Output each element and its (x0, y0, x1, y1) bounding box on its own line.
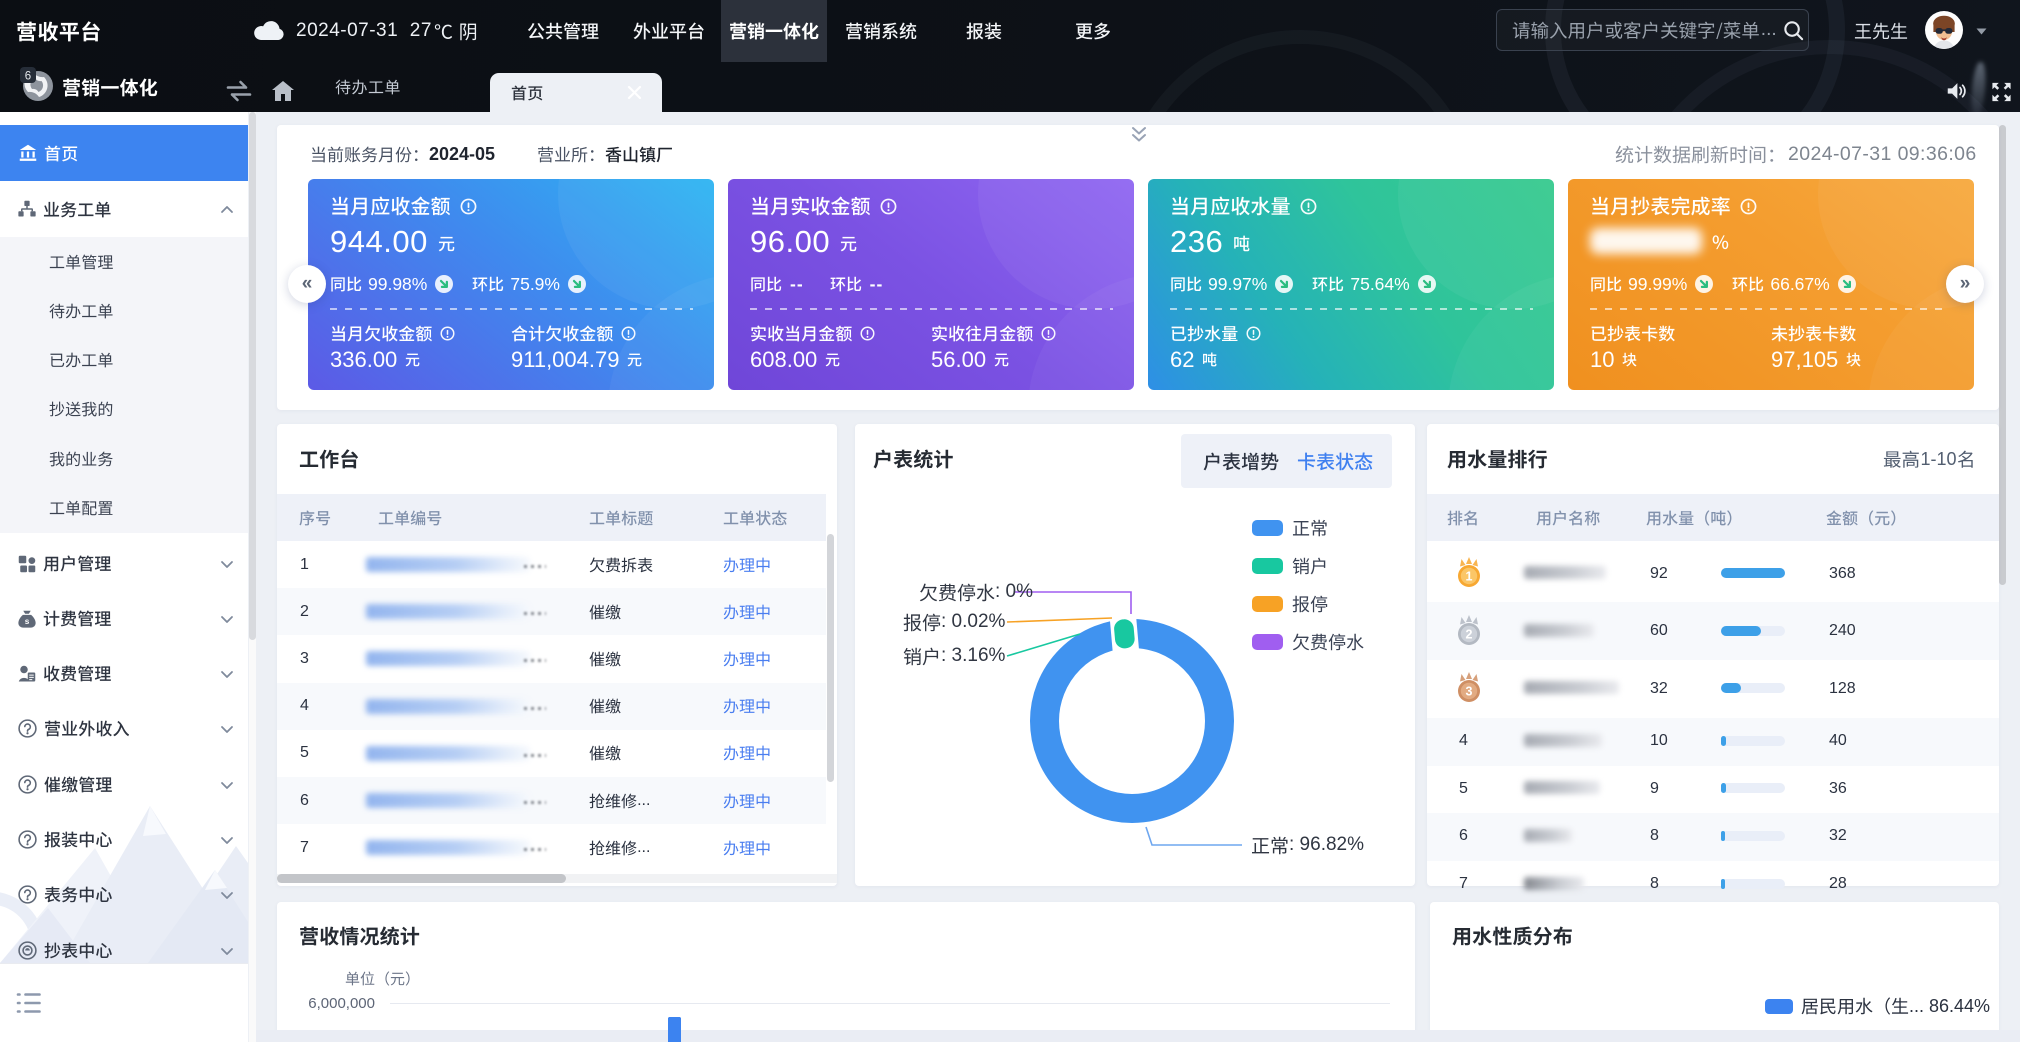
svg-text:2: 2 (1466, 628, 1473, 642)
svg-text:3: 3 (1466, 685, 1473, 699)
svg-text:s: s (25, 616, 30, 625)
svg-text:1: 1 (1466, 570, 1473, 584)
svg-text:6: 6 (25, 71, 31, 83)
